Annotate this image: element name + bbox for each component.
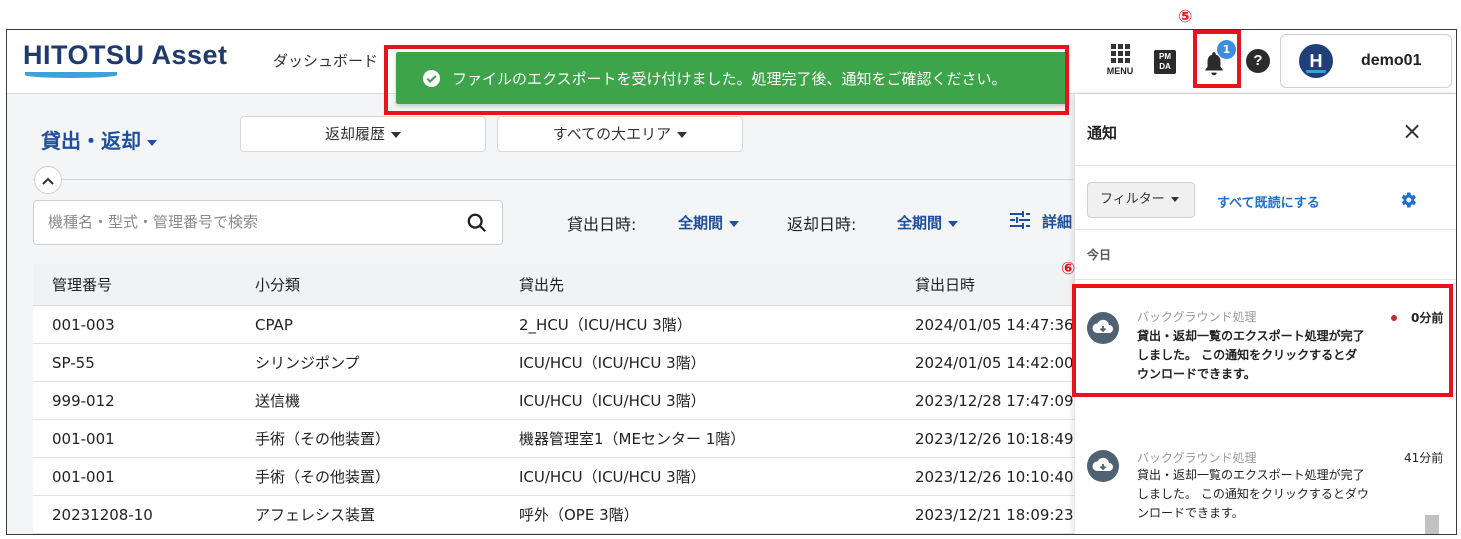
annotation-box-6 (1072, 284, 1453, 397)
return-history-button[interactable]: 返却履歴 (240, 116, 486, 152)
nav-dashboard-link[interactable]: ダッシュボード (273, 50, 378, 71)
annotation-number-5: ⑤ (1178, 7, 1193, 27)
table-cell: 2023/12/28 17:47:09 (915, 392, 1074, 410)
chevron-up-icon (42, 177, 54, 185)
close-icon[interactable]: × (1397, 116, 1427, 146)
notification-item[interactable]: バックグラウンド処理 貸出・返却一覧のエクスポート処理が完了しました。 この通知… (1075, 400, 1456, 534)
table-cell: 001-001 (52, 430, 115, 448)
notification-message: 貸出・返却一覧のエクスポート処理が完了しました。 この通知をクリックするとダウン… (1137, 468, 1369, 520)
chevron-down-icon (729, 220, 740, 227)
scrollbar-thumb[interactable] (1425, 515, 1439, 534)
table-cell: 999-012 (52, 392, 115, 410)
menu-button[interactable]: MENU (1105, 44, 1135, 76)
chevron-down-icon (677, 131, 688, 138)
chevron-down-icon (391, 131, 401, 138)
notification-panel-header: 通知 × (1075, 94, 1456, 166)
table-row[interactable]: 001-001 手術（その他装置） 機器管理室1（MEセンター 1階） 2023… (33, 420, 1113, 458)
table-cell: 送信機 (255, 392, 301, 410)
notification-category: バックグラウンド処理 (1137, 451, 1257, 465)
avatar: H (1299, 44, 1333, 78)
table-cell: 2024/01/05 14:47:36 (915, 316, 1074, 334)
detail-filter-button[interactable]: 詳細 (1042, 211, 1072, 232)
table-cell: ICU/HCU（ICU/HCU 3階） (519, 354, 706, 372)
return-date-value: 全期間 (897, 214, 943, 232)
table-cell: 2_HCU（ICU/HCU 3階） (519, 316, 692, 334)
help-icon[interactable]: ? (1246, 49, 1270, 73)
divider (33, 179, 1073, 180)
notification-time: 41分前 (1404, 451, 1444, 465)
table-cell: 20231208-10 (52, 506, 153, 524)
lend-date-dropdown[interactable]: 全期間 (678, 212, 740, 233)
gear-icon[interactable] (1398, 190, 1418, 210)
cloud-download-icon (1087, 450, 1119, 482)
app-logo[interactable]: HITOTSU Asset (23, 40, 228, 71)
collapse-filters-button[interactable] (34, 166, 62, 194)
mark-all-read-link[interactable]: すべて既読にする (1217, 192, 1320, 211)
table-row[interactable]: 999-012 送信機 ICU/HCU（ICU/HCU 3階） 2023/12/… (33, 382, 1113, 420)
tune-sliders-icon[interactable] (1009, 210, 1031, 230)
notification-toolbar: フィルター すべて既読にする (1075, 166, 1456, 230)
table-cell: ICU/HCU（ICU/HCU 3階） (519, 392, 706, 410)
column-header[interactable]: 小分類 (255, 264, 300, 306)
notification-panel-title: 通知 (1087, 124, 1118, 142)
table-cell: 手術（その他装置） (255, 430, 391, 448)
table-row[interactable]: 20231208-10 アフェレシス装置 呼外（OPE 3階） 2023/12/… (33, 496, 1113, 534)
table-cell: 2023/12/26 10:18:49 (915, 430, 1074, 448)
pmda-label-top: PM (1159, 52, 1171, 61)
annotation-number-6: ⑥ (1061, 259, 1076, 279)
return-history-label: 返却履歴 (324, 125, 385, 143)
table-header: 管理番号 小分類 貸出先 貸出日時 (33, 264, 1113, 306)
logo-swoosh (25, 72, 117, 78)
chevron-down-icon (948, 220, 959, 227)
return-date-label: 返却日時: (787, 215, 857, 234)
table-cell: 2023/12/21 18:09:23 (915, 506, 1074, 524)
lending-table: 管理番号 小分類 貸出先 貸出日時 001-003 CPAP 2_HCU（ICU… (33, 264, 1113, 534)
table-cell: 手術（その他装置） (255, 468, 391, 486)
table-cell: シリンジポンプ (255, 354, 360, 372)
table-cell: 呼外（OPE 3階） (519, 506, 639, 524)
menu-label: MENU (1106, 66, 1134, 76)
logo-text: HITOTSU Asset (23, 40, 228, 70)
table-cell: アフェレシス装置 (255, 506, 376, 524)
username-label: demo01 (1361, 52, 1422, 69)
column-header[interactable]: 貸出先 (519, 264, 564, 306)
grid-menu-icon (1105, 44, 1135, 63)
page-title: 貸出・返却 (41, 129, 141, 153)
search-input[interactable] (48, 213, 448, 231)
table-cell: ICU/HCU（ICU/HCU 3階） (519, 468, 706, 486)
app-window: HITOTSU Asset ダッシュボード MENU PM DA 1 ? H d… (6, 29, 1457, 535)
notification-filter-label: フィルター (1100, 192, 1165, 207)
table-row[interactable]: SP-55 シリンジポンプ ICU/HCU（ICU/HCU 3階） 2024/0… (33, 344, 1113, 382)
column-header[interactable]: 貸出日時 (915, 264, 975, 306)
column-header[interactable]: 管理番号 (52, 264, 112, 306)
section-label-today: 今日 (1087, 248, 1112, 262)
table-row[interactable]: 001-003 CPAP 2_HCU（ICU/HCU 3階） 2024/01/0… (33, 306, 1113, 344)
lend-date-value: 全期間 (678, 214, 724, 232)
area-filter-label: すべての大エリア (552, 125, 672, 143)
annotation-box-5 (1193, 30, 1241, 88)
annotation-box-4 (384, 45, 1069, 115)
page-title-dropdown[interactable]: 貸出・返却 (41, 125, 157, 154)
chevron-down-icon (147, 139, 157, 146)
user-menu-button[interactable]: H demo01 (1280, 34, 1452, 88)
table-row[interactable]: 001-001 手術（その他装置） ICU/HCU（ICU/HCU 3階） 20… (33, 458, 1113, 496)
table-cell: 2024/01/05 14:42:00 (915, 354, 1074, 372)
search-icon[interactable] (466, 212, 488, 234)
table-cell: CPAP (255, 316, 293, 334)
return-date-dropdown[interactable]: 全期間 (897, 212, 959, 233)
pmda-icon[interactable]: PM DA (1154, 50, 1176, 74)
lend-date-label: 貸出日時: (567, 215, 637, 234)
pmda-label-bottom: DA (1159, 62, 1171, 71)
chevron-down-icon (1170, 197, 1179, 202)
search-field[interactable] (33, 200, 503, 245)
area-filter-button[interactable]: すべての大エリア (497, 116, 743, 152)
notification-filter-button[interactable]: フィルター (1087, 182, 1195, 218)
table-cell: 機器管理室1（MEセンター 1階） (519, 430, 746, 448)
table-cell: SP-55 (52, 354, 95, 372)
table-cell: 001-003 (52, 316, 115, 334)
table-cell: 2023/12/26 10:10:40 (915, 468, 1074, 486)
table-cell: 001-001 (52, 468, 115, 486)
